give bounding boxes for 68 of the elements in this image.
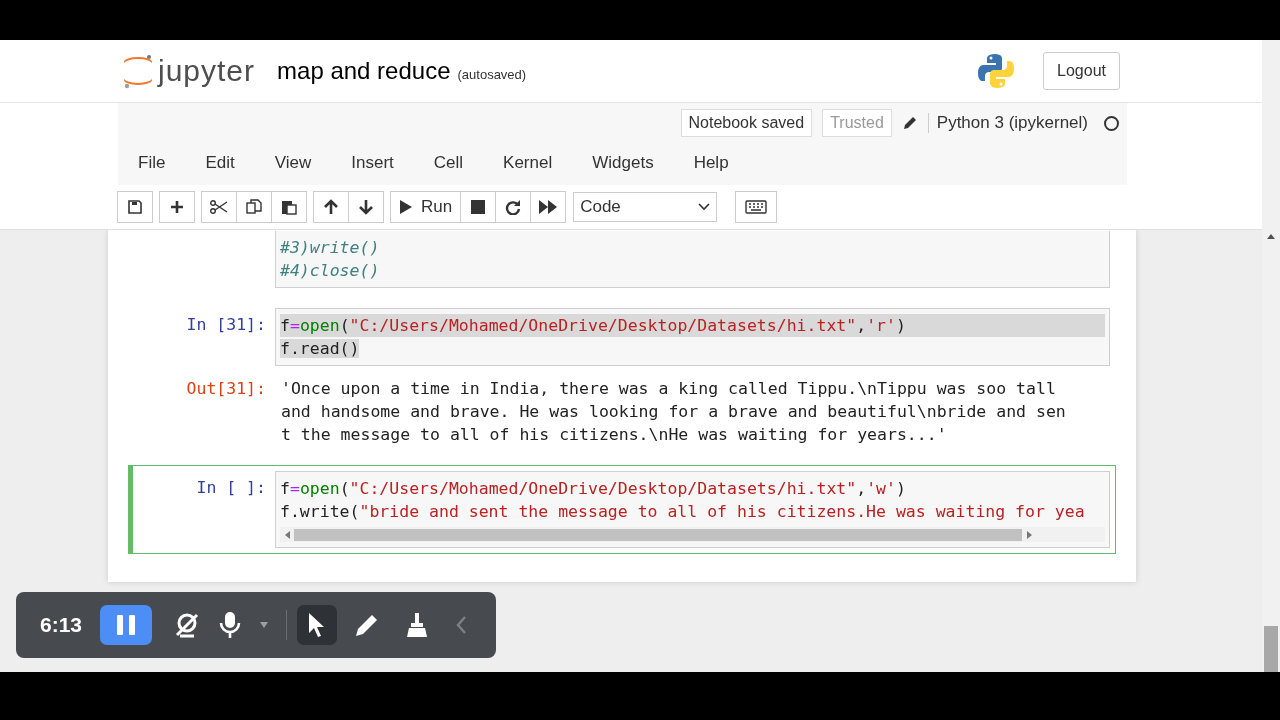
code-line: #4)close(): [280, 260, 381, 282]
copy-button[interactable]: [236, 191, 272, 223]
pause-button[interactable]: [100, 605, 153, 645]
keyboard-shortcuts-button[interactable]: [735, 191, 778, 223]
output-line: 'Once upon a time in India, there was a king called Tippu.\nTippu was soo tall: [281, 378, 1057, 400]
play-icon: [399, 199, 413, 215]
code-line: #3)write(): [280, 237, 381, 259]
chevron-down-icon: [698, 203, 711, 211]
dropdown-caret-icon[interactable]: [260, 622, 269, 628]
cell-type-dropdown[interactable]: Code: [573, 192, 718, 222]
restart-button[interactable]: [495, 191, 532, 223]
move-up-button[interactable]: [313, 191, 349, 223]
arrow-down-icon: [358, 199, 374, 215]
horizontal-scrollbar[interactable]: [280, 527, 1105, 542]
notebook-saved-status: Notebook saved: [680, 109, 813, 137]
output-prompt: Out[31]:: [186, 379, 266, 398]
recording-time: 6:13: [40, 613, 83, 637]
menu-item[interactable]: Insert: [351, 147, 414, 179]
notebook-title[interactable]: map and reduce: [277, 57, 451, 85]
code-cell[interactable]: #3)write() #4)close(): [128, 230, 1116, 294]
menu-item[interactable]: Edit: [205, 147, 255, 179]
copy-icon: [246, 199, 262, 215]
kernel-name[interactable]: Python 3 (ipykernel): [927, 113, 1088, 133]
output-line: and handsome and brave. He was looking for a brave and beautiful\nbride and sen: [281, 401, 1066, 423]
pause-icon: [116, 614, 137, 636]
scissors-icon: [210, 200, 228, 214]
camera-off-icon[interactable]: [174, 612, 201, 638]
broom-icon: [406, 612, 429, 638]
autosave-status: (autosaved): [457, 66, 527, 82]
pencil-icon[interactable]: [901, 115, 918, 131]
menu-item[interactable]: File: [138, 147, 186, 179]
arrow-up-icon: [323, 199, 339, 215]
logo-text[interactable]: jupyter: [158, 54, 256, 88]
restart-icon: [505, 199, 522, 215]
input-prompt: In [ ]:: [196, 478, 266, 497]
run-button[interactable]: Run: [390, 191, 462, 223]
code-input[interactable]: f=open("C:/Users/Mohamed/OneDrive/Desktop/Datasets/hi.txt",'r') f.read(): [275, 308, 1110, 366]
stop-icon: [471, 200, 486, 214]
python-logo-icon: [977, 52, 1016, 90]
logo-icon: [122, 53, 154, 89]
menu-item[interactable]: View: [274, 147, 332, 179]
stop-button[interactable]: [460, 191, 497, 223]
menu-item[interactable]: Cell: [433, 147, 484, 179]
run-all-button[interactable]: [530, 191, 567, 223]
save-icon: [128, 200, 142, 214]
menu-item[interactable]: Kernel: [503, 147, 573, 179]
add-cell-button[interactable]: [159, 191, 195, 223]
cut-button[interactable]: [201, 191, 237, 223]
code-input[interactable]: f=open("C:/Users/Mohamed/OneDrive/Desktop/Datasets/hi.txt",'w') f.write("bride and sent the message to all of his citizens.He was waiting for yea: [275, 471, 1110, 548]
microphone-icon[interactable]: [218, 611, 243, 639]
paste-icon: [281, 199, 297, 215]
code-cell[interactable]: In [ ]: f=open("C:/Users/Mohamed/OneDrive/Desktop/Datasets/hi.txt",'w') f.write("bride and sent the message to all of his citizens.He was waiting for yea: [128, 465, 1116, 554]
paste-button[interactable]: [271, 191, 307, 223]
vertical-scrollbar[interactable]: [1262, 40, 1280, 672]
keyboard-icon: [745, 200, 768, 214]
output-line: t the message to all of his citizens.\nHe was waiting for years...': [281, 424, 948, 446]
save-button[interactable]: [117, 191, 153, 223]
menu-item[interactable]: Help: [693, 147, 749, 179]
input-prompt: In [31]:: [186, 315, 266, 334]
pointer-tool[interactable]: [297, 605, 338, 645]
plus-icon: [170, 200, 184, 214]
code-line: f=open("C:/Users/Mohamed/OneDrive/Desktop/Datasets/hi.txt",'w'): [280, 478, 907, 500]
code-input[interactable]: #3)write() #4)close(): [275, 231, 1110, 288]
move-down-button[interactable]: [348, 191, 384, 223]
fast-forward-icon: [539, 200, 558, 214]
code-line: f.write("bride and sent the message to all of his citizens.He was waiting for yea: [280, 501, 1086, 523]
logout-button[interactable]: Logout: [1043, 52, 1120, 90]
menu-item[interactable]: Widgets: [592, 147, 674, 179]
